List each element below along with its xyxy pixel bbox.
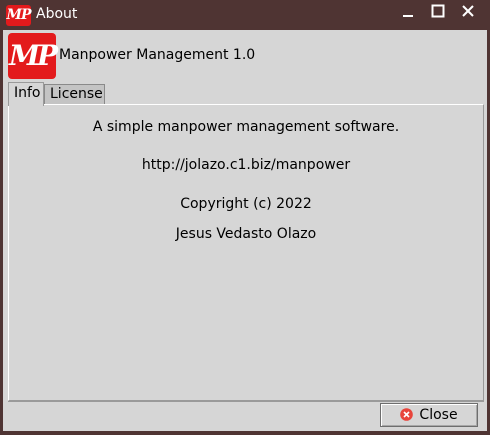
author-name: Jesus Vedasto Olazo [175,226,317,242]
about-window: MP About MP Manpower Management 1.0 Info… [0,0,490,435]
tab-info[interactable]: Info [8,82,44,106]
minimize-icon [403,15,413,17]
copyright-text: Copyright (c) 2022 [180,196,312,212]
window-title: About [36,6,78,22]
minimize-button[interactable] [397,4,419,26]
close-button-label: Close [419,407,458,423]
maximize-button[interactable] [427,4,449,26]
window-close-button[interactable] [457,4,479,26]
app-description: A simple manpower management software. [92,119,400,135]
app-logo-icon: MP [6,5,32,26]
app-name: Manpower Management 1.0 [59,47,256,63]
close-circle-icon [400,408,414,421]
app-url: http://jolazo.c1.biz/manpower [141,157,351,173]
tab-license[interactable]: License [44,84,105,104]
info-panel: A simple manpower management software. h… [8,104,484,401]
dialog-body: MP Manpower Management 1.0 Info License … [3,30,487,431]
title-bar[interactable]: MP About [0,0,490,30]
maximize-icon [431,4,445,18]
close-icon [462,5,474,17]
app-logo: MP [8,33,58,79]
close-button[interactable]: Close [380,403,478,427]
footer-divider [8,401,484,402]
